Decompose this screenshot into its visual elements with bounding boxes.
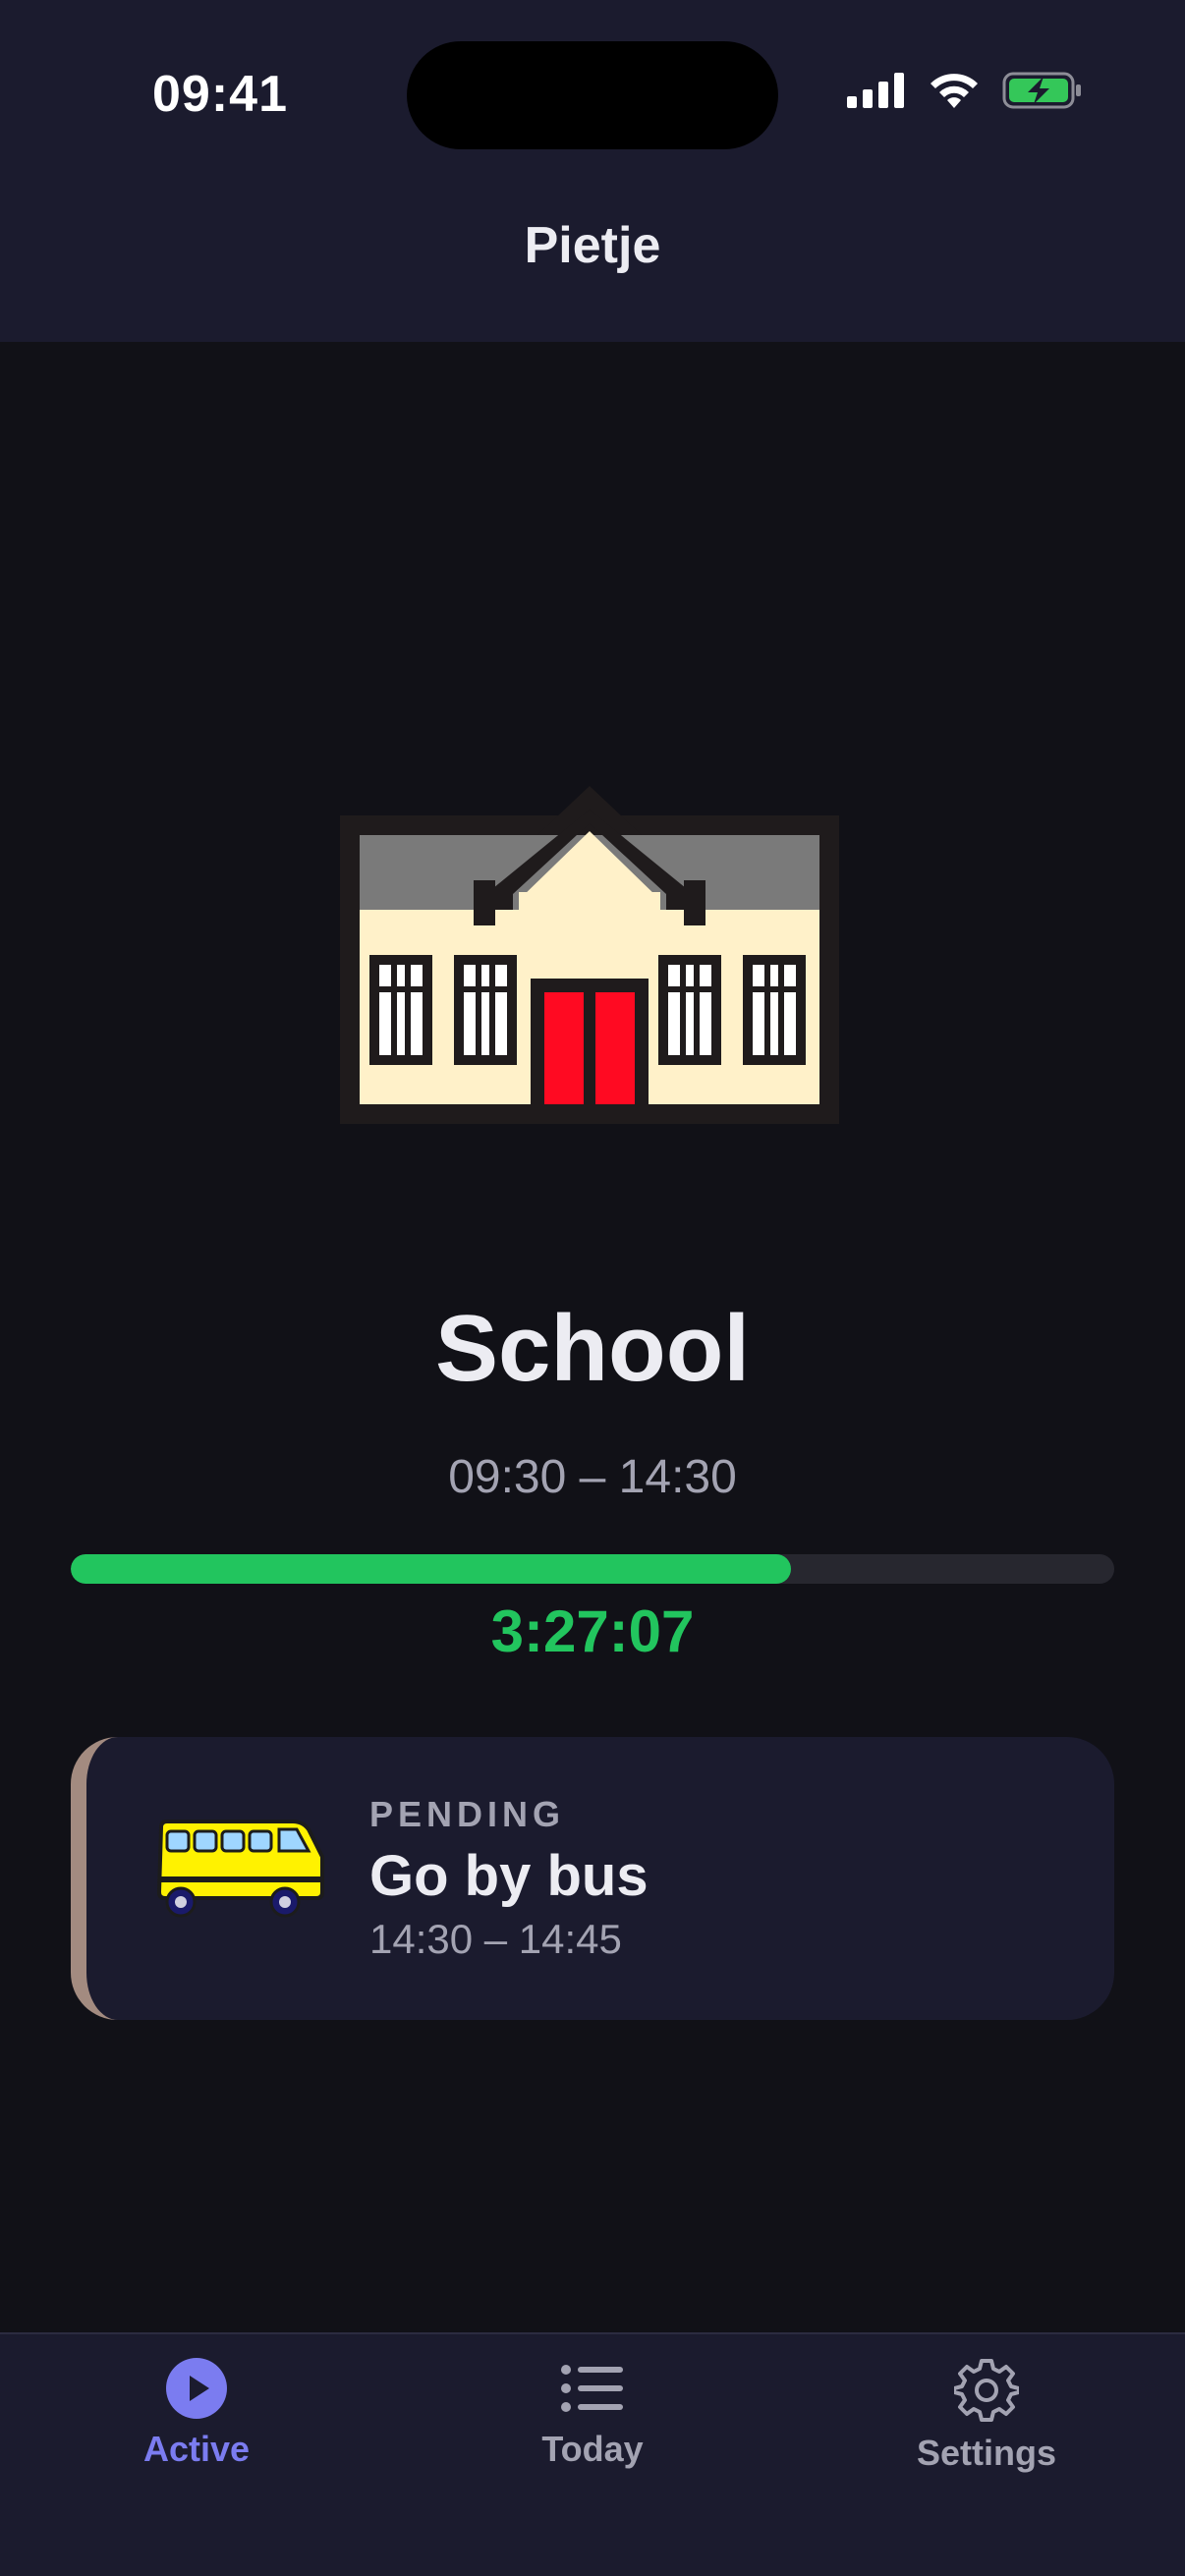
activity-progress-fill — [71, 1554, 791, 1584]
activity-name: School — [434, 1296, 750, 1401]
tab-bar: Active Today Settings — [0, 2332, 1185, 2576]
school-icon — [340, 786, 839, 1124]
cellular-signal-icon — [847, 73, 904, 108]
page-title: Pietje — [524, 217, 661, 274]
remaining-countdown: 3:27:07 — [490, 1598, 695, 1664]
dynamic-island — [407, 41, 778, 149]
card-title: Go by bus — [369, 1844, 649, 1908]
tab-settings-label: Settings — [916, 2433, 1056, 2473]
bus-icon — [156, 1820, 324, 1918]
tab-today[interactable]: Today — [445, 2358, 740, 2470]
list-icon — [561, 2365, 623, 2412]
activity-progress-bar — [71, 1554, 1114, 1584]
wifi-icon — [931, 74, 978, 108]
header-bar: 09:41 Pietje — [0, 0, 1185, 342]
status-time: 09:41 — [152, 66, 288, 123]
card-status-label: PENDING — [369, 1794, 566, 1834]
next-activity-card[interactable]: PENDING Go by bus 14:30 – 14:45 — [71, 1737, 1114, 2020]
tab-settings[interactable]: Settings — [839, 2358, 1134, 2474]
card-time-range: 14:30 – 14:45 — [369, 1916, 622, 1962]
tab-active-label: Active — [142, 2429, 251, 2469]
battery-charging-icon — [1002, 72, 1081, 109]
status-icons — [847, 71, 1083, 110]
gear-icon — [954, 2359, 1019, 2422]
play-circle-icon — [166, 2358, 227, 2419]
tab-active[interactable]: Active — [49, 2358, 344, 2470]
activity-time-range: 09:30 – 14:30 — [448, 1451, 737, 1503]
tab-today-label: Today — [541, 2429, 644, 2469]
